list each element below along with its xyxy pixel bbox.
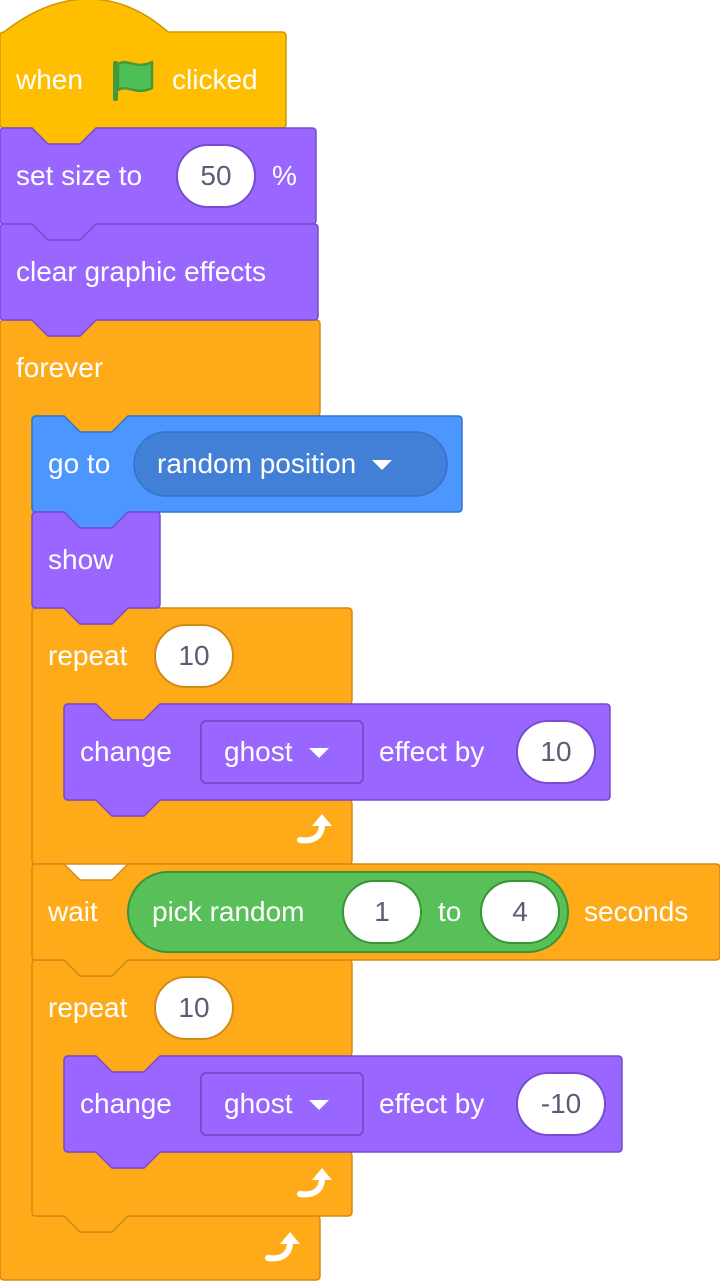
percent-label: % — [272, 160, 297, 191]
chevron-down-icon — [372, 460, 393, 470]
clear-effects-label: clear graphic effects — [16, 256, 267, 287]
to-label: to — [438, 896, 462, 927]
effect-dropdown-value-1: ghost — [224, 736, 293, 767]
effect-by-label-2: effect by — [379, 1088, 485, 1119]
seconds-label: seconds — [584, 896, 689, 927]
change-label-1: change — [80, 736, 172, 767]
effect-dropdown-1[interactable]: ghost — [200, 720, 364, 784]
show-label: show — [48, 544, 114, 575]
random-to-input[interactable]: 4 — [480, 880, 560, 944]
effect-dropdown-value-2: ghost — [224, 1088, 293, 1119]
loop-arrow-icon — [296, 812, 334, 855]
repeat-label-2: repeat — [48, 992, 128, 1023]
pick-random-label: pick random — [152, 896, 305, 927]
go-to-label: go to — [48, 448, 111, 479]
wait-label: wait — [48, 896, 98, 927]
forever-label: forever — [16, 352, 104, 383]
effect-dropdown-2[interactable]: ghost — [200, 1072, 364, 1136]
effect-value-input-1[interactable]: 10 — [516, 720, 596, 784]
set-size-label: set size to — [16, 160, 143, 191]
change-label-2: change — [80, 1088, 172, 1119]
loop-arrow-icon — [296, 1166, 334, 1209]
go-to-menu-value: random position — [157, 448, 357, 479]
when-label: when — [16, 64, 83, 95]
repeat-count-input-1[interactable]: 10 — [154, 624, 234, 688]
go-to-menu[interactable]: random position — [134, 432, 447, 496]
loop-arrow-icon — [264, 1230, 302, 1273]
effect-value-input-2[interactable]: -10 — [516, 1072, 606, 1136]
repeat-label-1: repeat — [48, 640, 128, 671]
size-value-input[interactable]: 50 — [176, 144, 256, 208]
repeat-count-input-2[interactable]: 10 — [154, 976, 234, 1040]
random-from-input[interactable]: 1 — [342, 880, 422, 944]
chevron-down-icon — [308, 1100, 329, 1110]
chevron-down-icon — [308, 748, 329, 758]
effect-by-label-1: effect by — [379, 736, 485, 767]
clicked-label: clicked — [172, 64, 258, 95]
